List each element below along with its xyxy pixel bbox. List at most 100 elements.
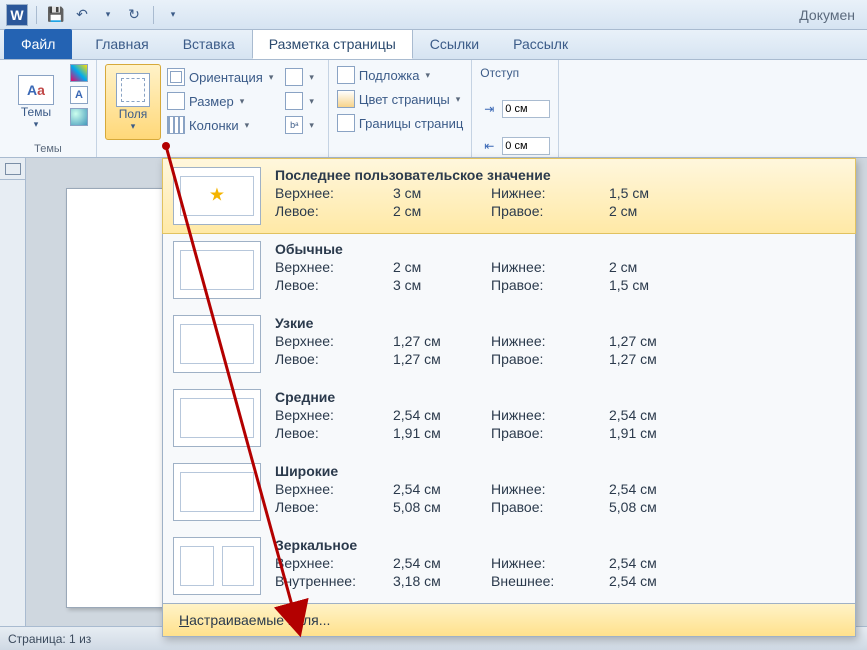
margins-preset-icon [173,315,261,373]
margins-preset-text: Средние Верхнее:2,54 смНижнее:2,54 смЛево… [275,389,845,447]
themes-label: Темы [21,105,51,119]
indent-left-input[interactable] [502,100,550,118]
titlebar: W 💾 ↶ ▾ ↻ ▾ Докумен [0,0,867,30]
qat-separator [36,6,37,24]
breaks-icon [285,68,303,86]
margins-preset-title: Узкие [275,315,845,331]
page-color-icon [337,90,355,108]
indent-heading: Отступ [480,64,550,84]
margins-preset-title: Обычные [275,241,845,257]
custom-margins-item[interactable]: Настраиваемые поля... [163,603,855,636]
tab-insert[interactable]: Вставка [166,29,252,59]
margins-preset-title: Широкие [275,463,845,479]
watermark-button[interactable]: Подложка▾ [337,64,430,86]
group-paragraph: Отступ ⇥ ⇤ [472,60,559,157]
margins-preset-values: Верхнее:2,54 смНижнее:2,54 смЛевое:1,91 … [275,407,845,441]
redo-icon[interactable]: ↻ [123,4,145,26]
tab-home[interactable]: Главная [78,29,165,59]
vertical-ruler [0,180,26,626]
indent-right-icon: ⇤ [480,138,498,154]
margins-preset-text: Обычные Верхнее:2 смНижнее:2 смЛевое:3 см… [275,241,845,299]
indent-left-icon: ⇥ [480,101,498,117]
margins-preset-icon [173,241,261,299]
size-label: Размер [189,94,234,109]
margins-preset-values: Верхнее:2,54 смНижнее:2,54 смЛевое:5,08 … [275,481,845,515]
watermark-icon [337,66,355,84]
margins-preset-values: Верхнее:2 смНижнее:2 смЛевое:3 смПравое:… [275,259,845,293]
margins-preset-values: Верхнее:2,54 смНижнее:2,54 смВнутреннее:… [275,555,845,589]
margins-preset-icon [173,463,261,521]
columns-label: Колонки [189,118,239,133]
line-numbers-icon [285,92,303,110]
margins-preset-icon [173,389,261,447]
group-page-background: Подложка▾ Цвет страницы▾ Границы страниц [329,60,472,157]
themes-button[interactable]: Aa Темы ▾ [8,64,64,140]
qat-separator [153,6,154,24]
tab-references[interactable]: Ссылки [413,29,496,59]
group-themes: Aa Темы ▾ A Темы [0,60,97,157]
page-color-button[interactable]: Цвет страницы▾ [337,88,460,110]
page-status: Страница: 1 из [8,632,91,646]
margins-preset-item[interactable]: Широкие Верхнее:2,54 смНижнее:2,54 смЛево… [163,455,855,529]
margins-preset-values: Верхнее:3 смНижнее:1,5 смЛевое:2 смПраво… [275,185,845,219]
page-borders-icon [337,114,355,132]
margins-preset-text: Последнее пользовательское значение Верхн… [275,167,845,225]
undo-icon[interactable]: ↶ [71,4,93,26]
orientation-label: Ориентация [189,70,263,85]
ruler-corner[interactable] [0,158,26,180]
margins-preset-text: Зеркальное Верхнее:2,54 смНижнее:2,54 смВ… [275,537,845,595]
undo-caret-icon[interactable]: ▾ [97,4,119,26]
orientation-button[interactable]: Ориентация▾ [167,66,273,88]
indent-left-row: ⇥ [480,100,550,118]
columns-icon [167,116,185,134]
margins-preset-item[interactable]: Средние Верхнее:2,54 смНижнее:2,54 смЛево… [163,381,855,455]
margins-preset-item[interactable]: Обычные Верхнее:2 смНижнее:2 смЛевое:3 см… [163,233,855,307]
margins-button[interactable]: Поля ▾ [105,64,161,140]
group-label-background [337,153,463,155]
line-numbers-button[interactable]: ▾ [285,90,314,112]
columns-button[interactable]: Колонки▾ [167,114,273,136]
document-title: Докумен [799,7,861,23]
margins-preset-title: Последнее пользовательское значение [275,167,845,183]
breaks-button[interactable]: ▾ [285,66,314,88]
tab-file[interactable]: Файл [4,29,72,59]
margins-preset-title: Средние [275,389,845,405]
margins-preset-item[interactable]: Узкие Верхнее:1,27 смНижнее:1,27 смЛевое:… [163,307,855,381]
page-borders-button[interactable]: Границы страниц [337,112,463,134]
margins-preset-item[interactable]: Последнее пользовательское значение Верхн… [162,158,856,234]
ribbon-tabs: Файл Главная Вставка Разметка страницы С… [0,30,867,60]
margins-preset-values: Верхнее:1,27 смНижнее:1,27 смЛевое:1,27 … [275,333,845,367]
ribbon: Aa Темы ▾ A Темы Поля ▾ Ориентация▾ [0,60,867,158]
group-page-setup: Поля ▾ Ориентация▾ Размер▾ Колонки▾ ▾ ▾ … [97,60,329,157]
watermark-label: Подложка [359,68,420,83]
margins-preset-icon [173,167,261,225]
margins-preset-text: Широкие Верхнее:2,54 смНижнее:2,54 смЛево… [275,463,845,521]
margins-preset-text: Узкие Верхнее:1,27 смНижнее:1,27 смЛевое:… [275,315,845,373]
margins-preset-item[interactable]: Зеркальное Верхнее:2,54 смНижнее:2,54 смВ… [163,529,855,603]
margins-preset-title: Зеркальное [275,537,845,553]
tab-mailings[interactable]: Рассылк [496,29,585,59]
margins-preset-icon [173,537,261,595]
qat-customize-icon[interactable]: ▾ [162,4,184,26]
theme-colors-icon[interactable] [70,64,88,82]
indent-right-row: ⇤ [480,137,550,155]
margins-icon [116,73,150,107]
group-label-themes: Темы [8,141,88,155]
theme-fonts-icon[interactable]: A [70,86,88,104]
page-size-icon [167,92,185,110]
size-button[interactable]: Размер▾ [167,90,273,112]
themes-icon: Aa [18,75,54,105]
page-borders-label: Границы страниц [359,116,463,131]
tab-page-layout[interactable]: Разметка страницы [252,29,413,59]
margins-dropdown: Последнее пользовательское значение Верхн… [162,158,856,637]
hyphenation-icon: bᵃ [285,116,303,134]
page-color-label: Цвет страницы [359,92,450,107]
theme-effects-icon[interactable] [70,108,88,126]
custom-margins-label: Настраиваемые поля... [179,612,330,628]
indent-right-input[interactable] [502,137,550,155]
orientation-icon [167,68,185,86]
save-icon[interactable]: 💾 [45,4,67,26]
tab-selector-icon [5,163,21,175]
margins-label: Поля [119,107,148,121]
hyphenation-button[interactable]: bᵃ▾ [285,114,314,136]
